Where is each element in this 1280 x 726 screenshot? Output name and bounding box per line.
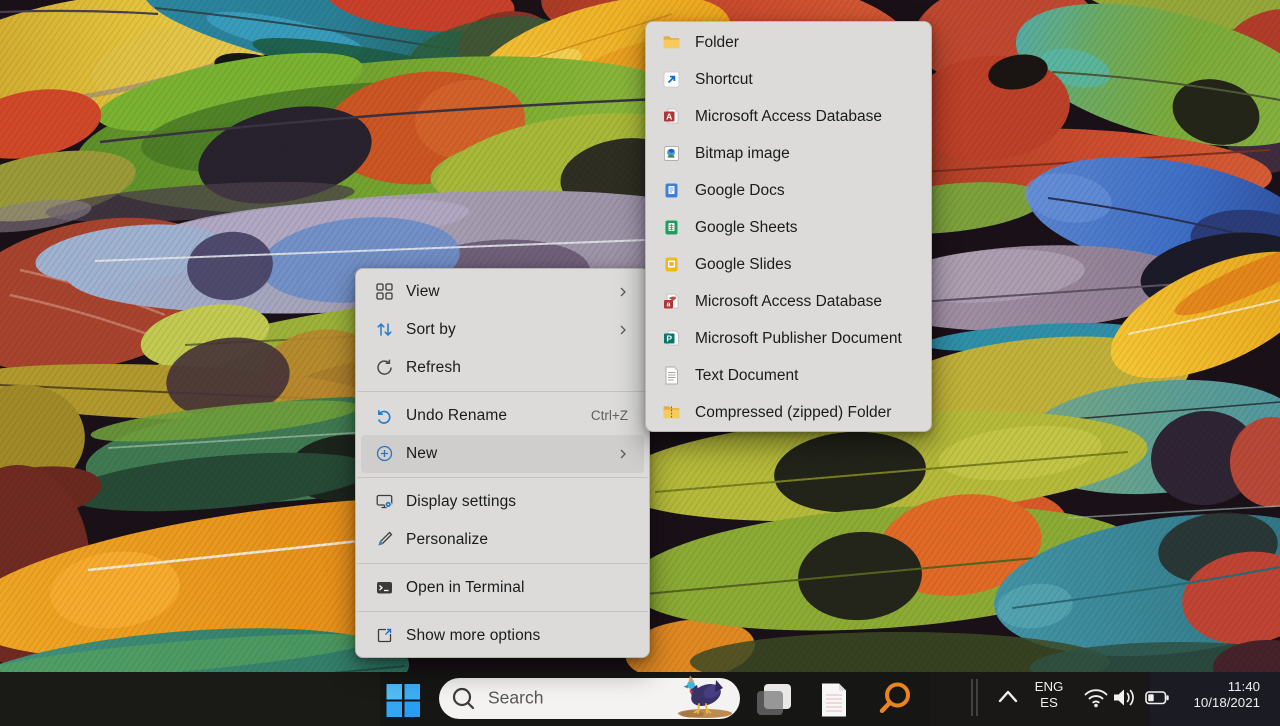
svg-text:a: a [667,302,671,309]
svg-text:P: P [666,333,672,343]
svg-text:A: A [666,111,672,121]
svg-text:Search: Search [488,688,543,708]
